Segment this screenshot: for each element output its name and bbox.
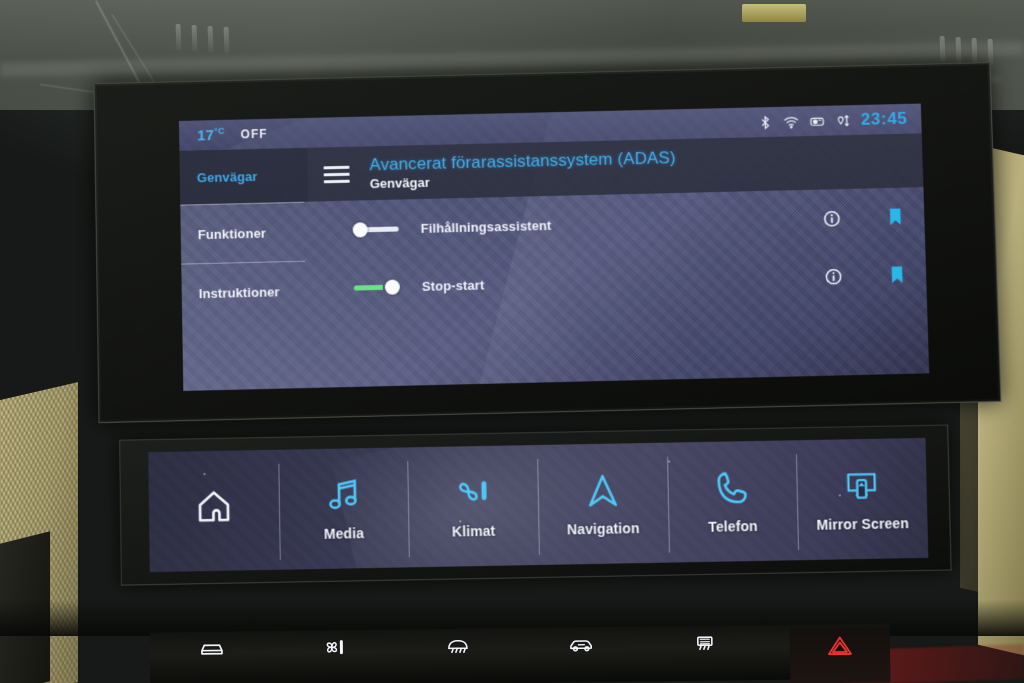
- climate-fan-temp-button[interactable]: [273, 636, 397, 662]
- windshield-defrost-button[interactable]: [396, 634, 520, 660]
- gps-location-icon: [835, 113, 850, 128]
- fan-temp-icon: [326, 640, 343, 655]
- status-icons: 23:45: [757, 109, 908, 132]
- mirror-screen-icon: [847, 472, 877, 499]
- navigation-arrow-icon: [588, 474, 617, 507]
- hazard-lights-button[interactable]: [789, 627, 891, 683]
- info-icon[interactable]: [825, 268, 843, 285]
- media-music-icon: [328, 479, 357, 509]
- dash-vent-slot: [955, 36, 962, 64]
- dash-vent-slot: [191, 24, 198, 52]
- windshield-defrost-icon: [448, 639, 469, 654]
- bookmark-icon[interactable]: [890, 266, 905, 284]
- bottom-bar-label: Klimat: [451, 522, 496, 540]
- temperature-unit: °C: [214, 125, 225, 137]
- dash-vent-slot: [939, 35, 946, 63]
- sidebar: Genvägar Funktioner Instruktioner: [179, 147, 311, 391]
- wifi-icon: [783, 114, 798, 129]
- settings-row-label: Stop-start: [421, 276, 485, 294]
- rear-defrost-button[interactable]: [643, 631, 767, 657]
- climate-fan-icon: [459, 480, 487, 501]
- sidebar-item-instruktioner[interactable]: Instruktioner: [181, 262, 310, 323]
- bottom-bar-item-home[interactable]: [148, 450, 279, 572]
- dashboard-trim-tab: [742, 4, 806, 22]
- temperature-value: 17: [196, 127, 215, 145]
- air-recirculation-icon: [569, 640, 592, 652]
- toggle-knob: [352, 221, 368, 238]
- hazard-triangle-icon: [828, 636, 852, 656]
- rear-defrost-icon: [696, 636, 713, 651]
- hardware-button-strip: OFF: [149, 623, 891, 683]
- bottom-bar-label: Telefon: [708, 517, 758, 535]
- toggle-knob: [384, 278, 401, 295]
- infotainment-screen: 17°C OFF 23:45 Genvägar Funktioner Instr…: [178, 103, 930, 391]
- bottom-bar-item-navigation[interactable]: Navigation: [537, 443, 669, 565]
- header-text-group: Avancerat förarassistanssystem (ADAS) Ge…: [369, 148, 676, 191]
- bottom-bar-item-telefon[interactable]: Telefon: [666, 440, 798, 562]
- bluetooth-icon: [757, 115, 772, 130]
- car-interior-scene: 17°C OFF 23:45 Genvägar Funktioner Instr…: [0, 0, 1024, 683]
- phone-icon: [717, 472, 747, 503]
- air-recirculation-button[interactable]: [520, 632, 644, 658]
- bottom-bar-label: Media: [323, 524, 365, 542]
- bottom-bar-item-media[interactable]: Media: [278, 447, 410, 569]
- dash-vent-slot: [207, 25, 214, 53]
- home-icon: [198, 490, 230, 522]
- dash-vent-slot: [987, 38, 994, 66]
- car-camera-icon: [809, 113, 824, 128]
- display-glass: 17°C OFF 23:45 Genvägar Funktioner Instr…: [96, 65, 999, 421]
- sidebar-item-genvagar[interactable]: Genvägar: [179, 147, 309, 205]
- clock: 23:45: [860, 108, 908, 129]
- settings-list: Filhållningsassistent Stop-start: [308, 187, 929, 388]
- climate-state-label: OFF: [240, 126, 268, 142]
- settings-row-label: Filhållningsassistent: [420, 217, 552, 236]
- bottom-navigation-bar: Media Klimat Navigation Telefon Mirror S…: [148, 437, 929, 573]
- sidebar-item-funktioner[interactable]: Funktioner: [180, 203, 309, 264]
- parking-sensors-icon: [200, 644, 223, 655]
- hamburger-menu-icon[interactable]: [308, 165, 364, 183]
- bottom-bar-label: Navigation: [566, 519, 640, 537]
- temperature-readout: 17°C: [197, 126, 225, 145]
- sidebar-item-label: Instruktioner: [198, 283, 280, 301]
- infotainment-display-bezel: 17°C OFF 23:45 Genvägar Funktioner Instr…: [93, 62, 1002, 424]
- control-bar-bezel: Media Klimat Navigation Telefon Mirror S…: [119, 424, 952, 586]
- info-icon[interactable]: [823, 210, 841, 227]
- toggle-stop-start[interactable]: [353, 278, 401, 295]
- toggle-lane-assist[interactable]: [352, 221, 399, 238]
- dash-vent-slot: [223, 26, 230, 54]
- bookmark-icon[interactable]: [888, 208, 903, 226]
- bottom-bar-item-klimat[interactable]: Klimat: [407, 445, 539, 567]
- row-action-icons: [825, 266, 905, 286]
- sidebar-item-label: Funktioner: [197, 225, 267, 242]
- parking-sensors-button[interactable]: [150, 637, 274, 663]
- sidebar-item-label: Genvägar: [196, 168, 258, 185]
- bottom-bar-label: Mirror Screen: [816, 514, 910, 533]
- bottom-bar-item-mirror-screen[interactable]: Mirror Screen: [796, 438, 928, 560]
- dash-vent-slot: [971, 37, 978, 65]
- dash-vent-slot: [175, 23, 182, 51]
- row-action-icons: [823, 208, 902, 228]
